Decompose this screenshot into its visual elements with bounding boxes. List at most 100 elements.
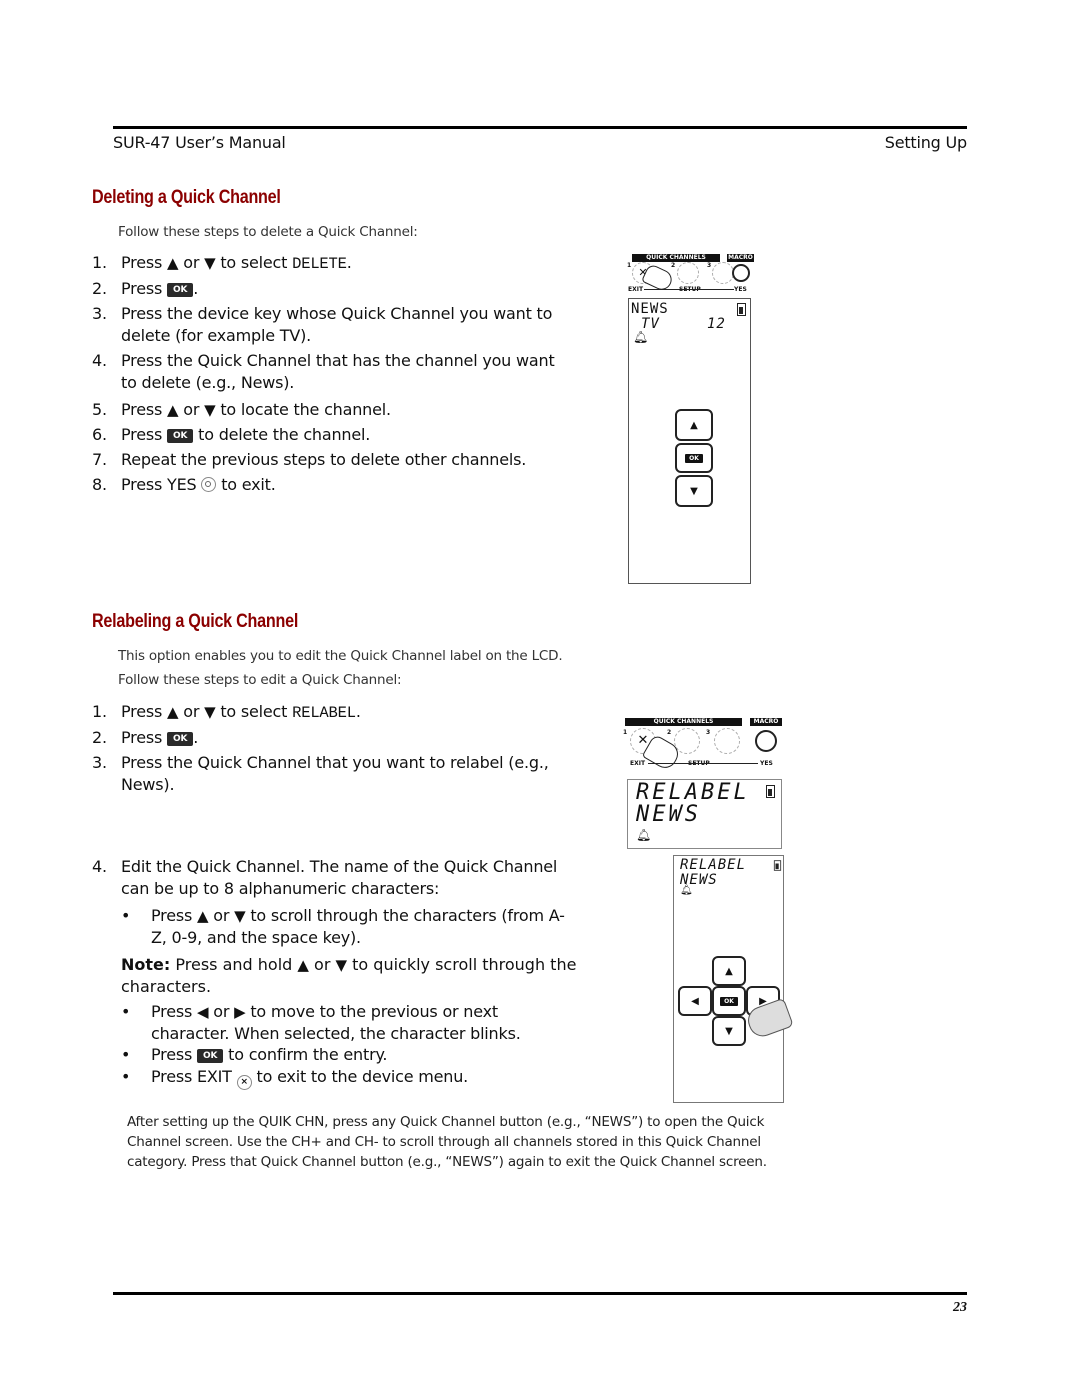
punct: . [346, 253, 352, 272]
ok-label: OK [685, 453, 703, 463]
step-text: or [213, 906, 230, 925]
lcd-channel-number: 12 [707, 316, 726, 332]
quick-channel-3-button [712, 262, 734, 284]
battery-icon [766, 785, 775, 798]
quick-channel-number: 3 [706, 729, 711, 736]
step-number: 1. [92, 702, 107, 721]
relabeling-heading: Relabeling a Quick Channel [92, 611, 299, 632]
step-text: Press [151, 906, 193, 925]
quick-channel-number: 1 [623, 729, 628, 736]
up-arrow-icon: ▲ [197, 907, 209, 925]
yes-button-icon [201, 477, 217, 492]
step-number: 4. [92, 857, 107, 876]
step-number: 2. [92, 279, 107, 298]
note-text: or [314, 955, 331, 974]
yes-label: YES [760, 760, 773, 767]
quick-channel-2-button [677, 262, 699, 284]
step-text: or [183, 702, 200, 721]
step: 1. Press ▲ or ▼ to select RELABEL. [92, 701, 592, 723]
note: Note: Press and hold ▲ or ▼ to quickly s… [121, 954, 581, 998]
step-text: to locate the channel. [220, 400, 391, 419]
step-text: Repeat the previous steps to delete othe… [121, 450, 527, 469]
battery-icon [737, 303, 746, 316]
pad-up-button[interactable]: ▲ [675, 409, 713, 441]
step-number: 3. [92, 304, 107, 323]
lcd-channel-label: NEWS [636, 802, 701, 827]
step: 3. Press the Quick Channel that you want… [92, 752, 592, 796]
up-arrow-icon: ▲ [167, 401, 179, 419]
quick-channel-usage-note: After setting up the QUIK CHN, press any… [127, 1114, 767, 1170]
down-arrow-icon: ▼ [204, 254, 216, 272]
step-text: or [213, 1002, 230, 1021]
right-arrow-icon: ▶ [234, 1003, 246, 1021]
pad-down-button[interactable]: ▼ [675, 475, 713, 507]
lcd-menu-text: RELABEL [680, 857, 747, 873]
header-rule [113, 126, 967, 129]
macro-button-icon [732, 264, 750, 282]
note-label: Note: [121, 955, 171, 974]
pad-ok-button[interactable]: OK [675, 443, 713, 473]
bell-icon: 🔔︎ [633, 330, 649, 344]
up-arrow-icon: ▲ [167, 703, 179, 721]
macro-label: MACRO [750, 718, 782, 726]
lcd-screen: NEWS TV 12 🔔︎ ▲ OK ▼ [628, 298, 751, 584]
step-text: to confirm the entry. [228, 1045, 388, 1064]
left-arrow-icon: ◀ [197, 1003, 209, 1021]
bell-icon: 🔔︎ [680, 885, 693, 896]
step-text: to exit. [221, 475, 276, 494]
ok-button-icon: OK [197, 1049, 224, 1063]
pad-ok-button[interactable]: OK [712, 986, 746, 1016]
step-number: 5. [92, 400, 107, 419]
lcd-screen: RELABEL NEWS 🔔︎ [627, 779, 782, 849]
step: 8. Press YES to exit. [92, 474, 592, 496]
deleting-intro: Follow these steps to delete a Quick Cha… [118, 224, 418, 240]
bullet-dot: • [121, 906, 131, 925]
bullet-dot: • [121, 1045, 131, 1064]
step-text: Press [121, 279, 163, 298]
yes-label: YES [734, 286, 747, 293]
step-number: 3. [92, 753, 107, 772]
footer-rule [113, 1292, 967, 1295]
pad-down-button[interactable]: ▼ [712, 1016, 746, 1046]
step-text: Press the Quick Channel that you want to… [121, 753, 549, 794]
bullet-dot: • [121, 1002, 131, 1021]
step: 1. Press ▲ or ▼ to select DELETE. [92, 252, 592, 274]
quick-channels-label: QUICK CHANNELS [625, 718, 742, 726]
quick-channel-number: 2 [671, 262, 676, 269]
bullet-item: • Press ◀ or ▶ to move to the previous o… [121, 1001, 561, 1045]
ok-button-icon: OK [167, 429, 194, 443]
down-arrow-icon: ▼ [335, 956, 348, 974]
quick-channel-3-button [714, 728, 740, 754]
bell-icon: 🔔︎ [636, 828, 652, 842]
step-text: Press YES [121, 475, 197, 494]
step-text: Press [151, 1002, 193, 1021]
ok-button-icon: OK [167, 283, 194, 297]
exit-label: EXIT [628, 286, 644, 293]
menu-option-code: DELETE [292, 255, 347, 273]
ok-label: OK [720, 996, 738, 1006]
step-number: 8. [92, 475, 107, 494]
step-text: to select [220, 253, 288, 272]
lcd-channel-label: NEWS [631, 301, 669, 317]
note-text: Press and hold [175, 955, 293, 974]
punct: . [193, 728, 199, 747]
step: 2. Press OK. [92, 727, 592, 749]
step: 6. Press OK to delete the channel. [92, 424, 592, 446]
pad-up-button[interactable]: ▲ [712, 956, 746, 986]
step: 3. Press the device key whose Quick Chan… [92, 303, 592, 347]
bullet-item: • Press OK to confirm the entry. [121, 1044, 561, 1066]
step-number: 4. [92, 351, 107, 370]
down-arrow-icon: ▼ [204, 401, 216, 419]
exit-button-icon: × [236, 1075, 252, 1090]
up-arrow-icon: ▲ [297, 956, 309, 974]
step-number: 1. [92, 253, 107, 272]
punct: . [355, 702, 361, 721]
pad-left-button[interactable]: ◀ [678, 986, 712, 1016]
up-arrow-icon: ▲ [167, 254, 179, 272]
macro-button-icon [755, 730, 777, 752]
bullet-dot: • [121, 1067, 131, 1086]
quick-channel-number: 1 [627, 262, 632, 269]
step-number: 6. [92, 425, 107, 444]
step: 2. Press OK. [92, 278, 592, 300]
step-text: Press [121, 728, 163, 747]
